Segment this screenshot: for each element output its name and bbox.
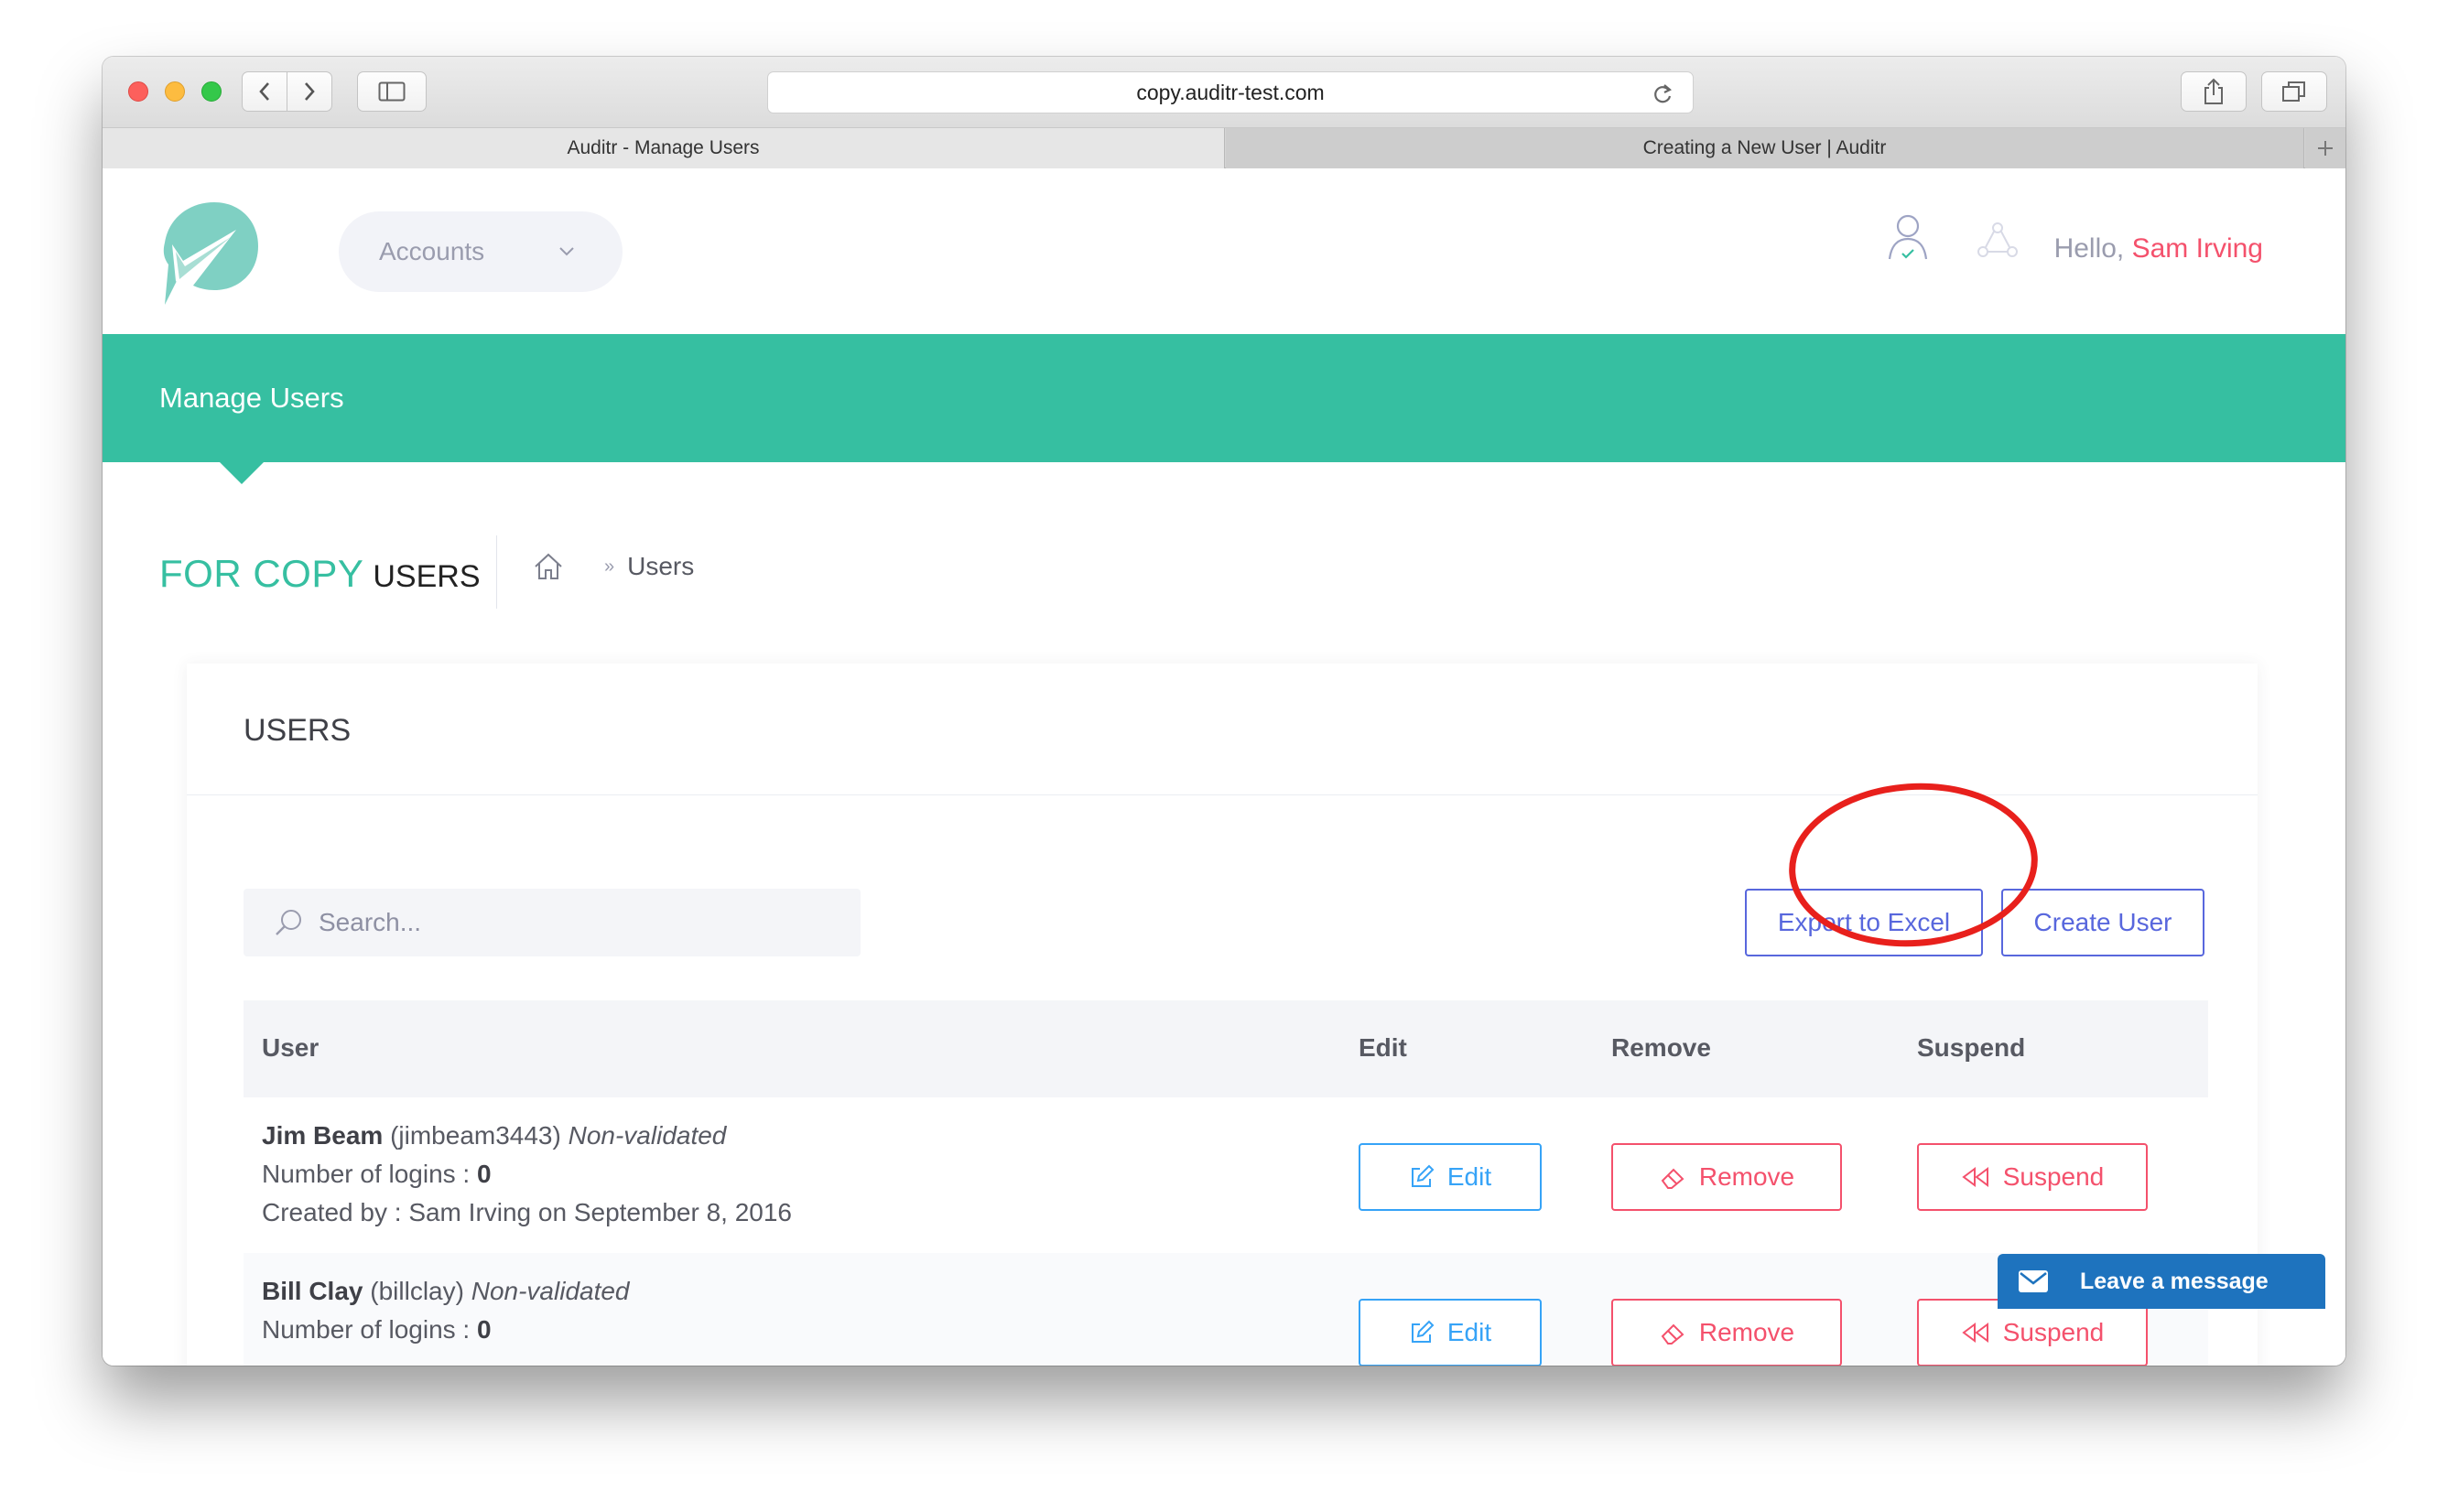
minimize-window-button[interactable]: [165, 81, 185, 102]
user-created: Created by : Sam Irving on September 8, …: [262, 1198, 792, 1227]
card-title: USERS: [244, 713, 352, 748]
page: Accounts Hello, Sam Irving Manage Users: [103, 169, 2345, 1366]
tab-label: Creating a New User | Auditr: [1642, 137, 1887, 158]
user-greeting[interactable]: Hello, Sam Irving: [2054, 233, 2263, 265]
share-button[interactable]: [2181, 71, 2247, 112]
users-card: USERS Search... Export to Excel Create U…: [187, 664, 2258, 1366]
leave-message-widget[interactable]: Leave a message: [1998, 1254, 2325, 1309]
forward-button[interactable]: [287, 71, 332, 112]
browser-window: copy.auditr-test.com Auditr - Manage Use…: [103, 57, 2345, 1366]
create-user-label: Create User: [2033, 908, 2172, 936]
logins-count: 0: [477, 1315, 492, 1344]
back-button[interactable]: [242, 71, 287, 112]
chevron-left-icon: [259, 82, 269, 101]
browser-toolbar: copy.auditr-test.com: [103, 57, 2345, 128]
tab-bar: Auditr - Manage Users Creating a New Use…: [103, 128, 2345, 168]
search-icon: [276, 910, 301, 935]
tab-manage-users[interactable]: Auditr - Manage Users: [103, 128, 1225, 168]
user-profile-icon[interactable]: [1886, 211, 1930, 263]
user-username: (jimbeam3443): [390, 1121, 561, 1150]
new-tab-button[interactable]: [2305, 128, 2345, 168]
column-edit[interactable]: Edit: [1359, 1033, 1407, 1063]
sidebar-icon: [378, 81, 406, 102]
suspend-label: Suspend: [2002, 1162, 2105, 1191]
user-username: (billclay): [370, 1277, 464, 1305]
remove-button[interactable]: Remove: [1611, 1299, 1842, 1366]
page-title: Manage Users: [159, 382, 344, 414]
column-remove[interactable]: Remove: [1611, 1033, 1711, 1063]
remove-label: Remove: [1698, 1318, 1795, 1346]
tab-creating-new-user[interactable]: Creating a New User | Auditr: [1226, 128, 2304, 168]
tabs-overview-button[interactable]: [2261, 71, 2327, 112]
chat-label: Leave a message: [2080, 1268, 2269, 1294]
user-identity: Jim Beam (jimbeam3443) Non-validated: [262, 1121, 726, 1150]
column-suspend[interactable]: Suspend: [1917, 1033, 2025, 1063]
reload-icon[interactable]: [1651, 82, 1674, 106]
table-header: User Edit Remove Suspend: [244, 1000, 2208, 1097]
subheader-divider: [496, 535, 497, 609]
notifications-icon[interactable]: [1976, 221, 2020, 259]
breadcrumb-users[interactable]: Users: [627, 552, 694, 581]
card-header: USERS: [187, 664, 2258, 795]
share-icon: [2204, 78, 2223, 104]
create-user-button[interactable]: Create User: [2001, 889, 2204, 956]
subheader-title: FOR COPY USERS: [159, 552, 481, 596]
user-name: Bill Clay: [262, 1277, 363, 1305]
envelope-icon: [2019, 1270, 2048, 1292]
page-title-band: Manage Users: [103, 334, 2345, 462]
edit-label: Edit: [1446, 1162, 1492, 1191]
plus-icon: [2318, 141, 2333, 156]
suspend-label: Suspend: [2002, 1318, 2105, 1346]
logins-label: Number of logins :: [262, 1160, 477, 1188]
user-identity: Bill Clay (billclay) Non-validated: [262, 1277, 630, 1306]
tab-label: Auditr - Manage Users: [567, 137, 760, 158]
rewind-icon: [1962, 1167, 1988, 1187]
breadcrumb-separator: »: [604, 556, 615, 577]
chevron-right-icon: [305, 82, 315, 101]
edit-button[interactable]: Edit: [1359, 1299, 1542, 1366]
greeting-text: Hello,: [2053, 233, 2132, 264]
user-status: Non-validated: [568, 1121, 727, 1150]
url-text: copy.auditr-test.com: [1136, 80, 1325, 104]
created-value: Sam Irving on September 8, 2016: [408, 1198, 792, 1226]
created-label: Created by :: [262, 1198, 409, 1226]
search-input[interactable]: Search...: [244, 889, 861, 956]
user-logins: Number of logins : 0: [262, 1160, 492, 1189]
user-name: Jim Beam: [262, 1121, 384, 1150]
logins-label: Number of logins :: [262, 1315, 477, 1344]
user-status: Non-validated: [471, 1277, 630, 1305]
user-logins: Number of logins : 0: [262, 1315, 492, 1345]
table-row: Jim Beam (jimbeam3443) Non-validated Num…: [244, 1097, 2208, 1253]
user-name: Sam Irving: [2131, 233, 2263, 264]
suspend-button[interactable]: Suspend: [1917, 1143, 2148, 1211]
home-icon[interactable]: [533, 552, 564, 581]
edit-button[interactable]: Edit: [1359, 1143, 1542, 1211]
chevron-down-icon: [559, 247, 574, 256]
tabs-icon: [2282, 81, 2305, 102]
remove-button[interactable]: Remove: [1611, 1143, 1842, 1211]
remove-label: Remove: [1698, 1162, 1795, 1191]
sidebar-toggle-button[interactable]: [357, 71, 427, 112]
auditr-logo[interactable]: [159, 197, 262, 308]
address-bar[interactable]: copy.auditr-test.com: [767, 71, 1694, 113]
app-header: Accounts Hello, Sam Irving: [103, 169, 2345, 334]
edit-icon: [1411, 1320, 1435, 1343]
subheader-rest: USERS: [373, 559, 481, 594]
logins-count: 0: [477, 1160, 492, 1188]
close-window-button[interactable]: [128, 81, 148, 102]
search-placeholder: Search...: [319, 908, 422, 936]
table-row: Bill Clay (billclay) Non-validated Numbe…: [244, 1253, 2208, 1366]
eraser-icon: [1661, 1168, 1684, 1189]
zoom-window-button[interactable]: [201, 81, 222, 102]
accounts-label: Accounts: [379, 237, 485, 265]
column-user[interactable]: User: [262, 1033, 319, 1063]
rewind-icon: [1962, 1323, 1988, 1343]
accounts-dropdown[interactable]: Accounts: [339, 211, 623, 292]
band-pointer: [220, 462, 264, 484]
breadcrumb: » Users: [533, 552, 694, 581]
edit-label: Edit: [1446, 1318, 1492, 1346]
subheader-accent: FOR COPY: [159, 552, 364, 595]
edit-icon: [1411, 1164, 1435, 1187]
eraser-icon: [1661, 1323, 1684, 1345]
